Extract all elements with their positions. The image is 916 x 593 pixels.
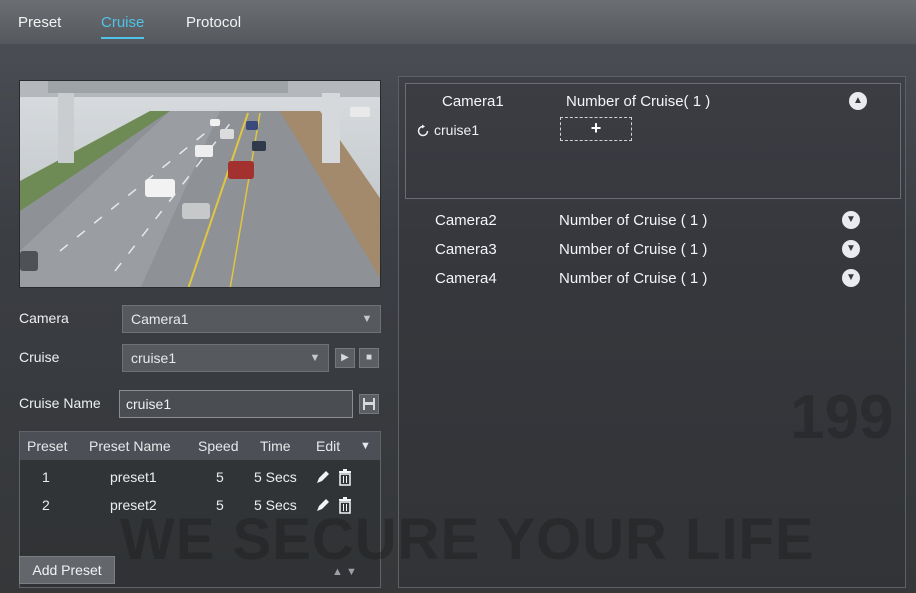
add-cruise-button[interactable]: +	[560, 117, 632, 141]
cell-speed: 5	[216, 469, 224, 485]
save-icon	[363, 398, 375, 410]
col-preset: Preset	[27, 438, 68, 454]
camera-row: Camera Camera1 ▼	[19, 305, 381, 333]
trash-icon[interactable]	[336, 468, 354, 486]
cell-time: 5 Secs	[254, 469, 297, 485]
table-row[interactable]: 2 preset2 5 5 Secs	[20, 494, 380, 518]
camera-cruise-list: Camera1 Number of Cruise( 1 ) ▲ cruise1 …	[398, 76, 906, 588]
cruise-name-row: Cruise Name cruise1	[19, 390, 381, 418]
chevron-down-icon[interactable]: ▼	[360, 440, 371, 452]
chevron-down-icon[interactable]: ▼	[842, 240, 860, 258]
add-preset-button[interactable]: Add Preset	[19, 556, 115, 584]
move-row-arrows[interactable]: ▲ ▼	[332, 566, 357, 578]
table-header: Preset Preset Name Speed Time Edit ▼	[20, 432, 380, 460]
save-button[interactable]	[359, 394, 379, 414]
table-row[interactable]: 1 preset1 5 5 Secs	[20, 466, 380, 490]
chevron-down-icon: ▼	[361, 313, 373, 325]
col-preset-name: Preset Name	[89, 438, 171, 454]
stop-icon: ■	[365, 352, 373, 363]
pencil-icon[interactable]	[314, 468, 332, 486]
cruise-count: Number of Cruise ( 1 )	[559, 241, 708, 258]
plus-icon: +	[590, 118, 602, 138]
chevron-up-icon[interactable]: ▲	[849, 92, 867, 110]
cell-speed: 5	[216, 497, 224, 513]
cruise-select[interactable]: cruise1 ▼	[122, 344, 329, 372]
camera-name: Camera4	[435, 270, 497, 287]
cell-preset: 1	[42, 469, 50, 485]
cruise-name-label: Cruise Name	[19, 395, 101, 411]
play-icon: ▶	[341, 352, 349, 363]
cell-name: preset1	[110, 469, 157, 485]
camera-name: Camera2	[435, 212, 497, 229]
tab-protocol[interactable]: Protocol	[186, 14, 241, 31]
cruise-config-panel: Camera Camera1 ▼ Cruise cruise1 ▼ ▶ ■ Cr…	[12, 60, 390, 588]
camera-select[interactable]: Camera1 ▼	[122, 305, 381, 333]
cruise-select-value: cruise1	[131, 350, 177, 366]
tab-preset[interactable]: Preset	[18, 14, 61, 31]
camera-preview	[19, 80, 381, 288]
camera-row-4[interactable]: Camera4 Number of Cruise ( 1 ) ▼	[399, 267, 899, 291]
camera-row-2[interactable]: Camera2 Number of Cruise ( 1 ) ▼	[399, 209, 899, 233]
cell-preset: 2	[42, 497, 50, 513]
cruise-name-input[interactable]: cruise1	[119, 390, 353, 418]
cell-name: preset2	[110, 497, 157, 513]
cruise-count: Number of Cruise ( 1 )	[559, 212, 708, 229]
chevron-down-icon: ▼	[309, 352, 321, 364]
cruise-row: Cruise cruise1 ▼ ▶ ■	[19, 344, 381, 372]
trash-icon[interactable]	[336, 496, 354, 514]
cruise-count: Number of Cruise( 1 )	[566, 93, 711, 110]
camera-name: Camera3	[435, 241, 497, 258]
camera-label: Camera	[19, 310, 69, 326]
pencil-icon[interactable]	[314, 496, 332, 514]
camera-row-3[interactable]: Camera3 Number of Cruise ( 1 ) ▼	[399, 238, 899, 262]
tab-bar: Preset Cruise Protocol	[0, 0, 916, 44]
chevron-down-icon[interactable]: ▼	[842, 269, 860, 287]
chevron-down-icon[interactable]: ▼	[842, 211, 860, 229]
tab-cruise[interactable]: Cruise	[101, 14, 145, 39]
col-edit: Edit	[316, 438, 341, 454]
camera-select-value: Camera1	[131, 311, 189, 327]
highway-video-frame	[20, 81, 380, 287]
camera-row-1[interactable]: Camera1 Number of Cruise( 1 ) ▲	[406, 90, 906, 114]
col-speed: Speed	[198, 438, 239, 454]
cell-time: 5 Secs	[254, 497, 297, 513]
refresh-icon	[417, 124, 429, 137]
camera1-block: Camera1 Number of Cruise( 1 ) ▲ cruise1 …	[405, 83, 901, 199]
col-time: Time	[260, 438, 291, 454]
cruise-name-value: cruise1	[126, 396, 172, 412]
cruise-count: Number of Cruise ( 1 )	[559, 270, 708, 287]
camera-name: Camera1	[442, 93, 504, 110]
cruise-item-name: cruise1	[434, 122, 480, 138]
stop-button[interactable]: ■	[359, 348, 379, 368]
play-button[interactable]: ▶	[335, 348, 355, 368]
cruise-label: Cruise	[19, 349, 60, 365]
